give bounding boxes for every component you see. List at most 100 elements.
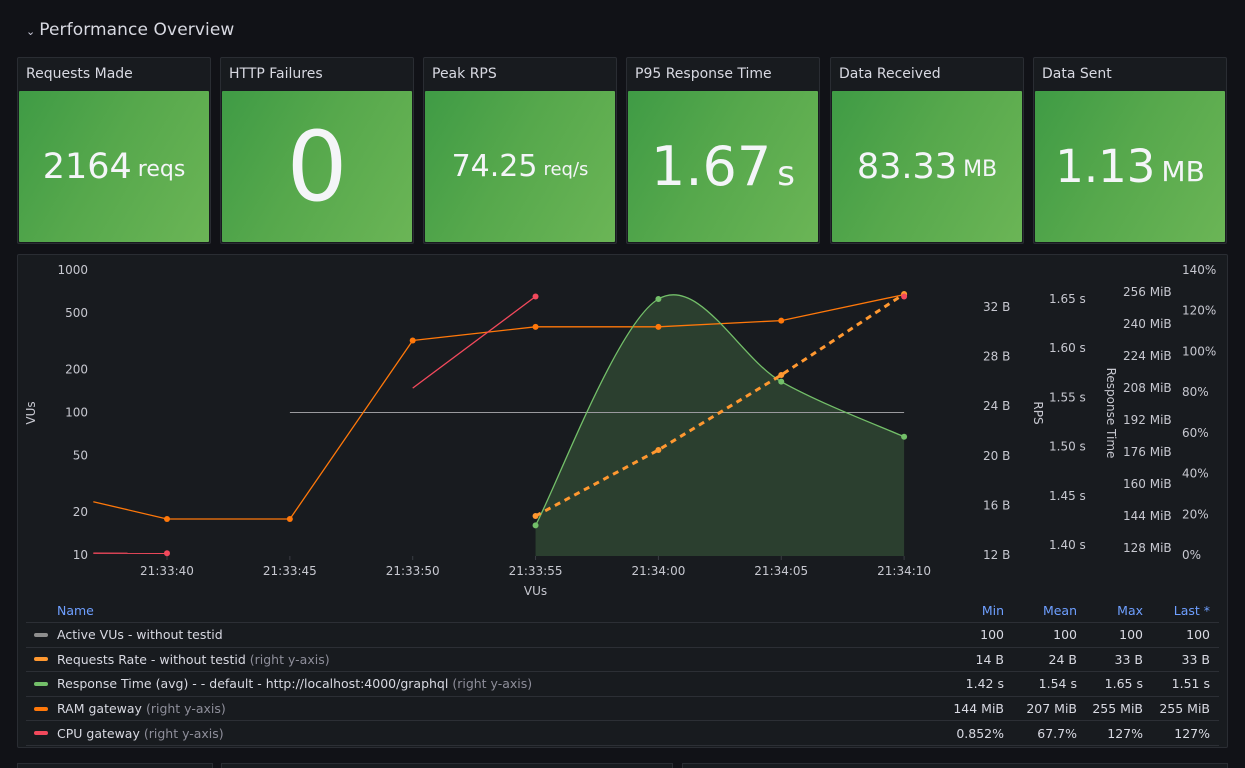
legend-last: 255 MiB <box>1159 701 1210 717</box>
y-axis-title-rps: RPS <box>1031 401 1045 424</box>
legend-row-active-vus[interactable]: Active VUs - without testid 100 100 100 100 <box>26 623 1219 648</box>
rps-tick-label: 20 B <box>983 449 1010 463</box>
legend-min: 14 B <box>975 651 1004 667</box>
legend-min: 100 <box>980 627 1004 643</box>
series-color-swatch-icon[interactable] <box>34 731 48 736</box>
legend-last: 100 <box>1186 627 1210 643</box>
legend-max: 33 B <box>1114 651 1143 667</box>
legend-header-last[interactable]: Last * <box>1143 603 1219 618</box>
next-panel-edge <box>221 763 673 768</box>
legend-header-mean[interactable]: Mean <box>1004 603 1077 618</box>
requests-rate-point <box>409 337 416 344</box>
timeseries-chart[interactable]: 1000 500 200 100 50 20 10 VUs 32 B 28 B 24 B 20 B 16… <box>0 0 1245 600</box>
legend-axis-hint: (right y-axis) <box>145 701 226 717</box>
rps-tick-label: 12 B <box>983 548 1010 562</box>
legend-series-name[interactable]: Active VUs - without testid <box>57 627 924 642</box>
legend-series-label: CPU gateway <box>57 725 140 741</box>
legend-series-name[interactable]: CPU gateway (right y-axis) <box>57 726 924 741</box>
legend-series-name[interactable]: RAM gateway (right y-axis) <box>57 701 924 716</box>
legend-max: 1.65 s <box>1104 676 1143 692</box>
legend-swatch-cell <box>26 681 57 686</box>
rps-tick-label: 28 B <box>983 350 1010 364</box>
series-color-swatch-icon[interactable] <box>34 681 48 686</box>
legend-swatch-cell <box>26 706 57 711</box>
x-axis-title: VUs <box>524 584 547 598</box>
requests-rate-point <box>532 323 539 330</box>
response-time-tick-label: 1.45 s <box>1049 489 1086 503</box>
legend-last: 33 B <box>1181 651 1210 667</box>
legend-series-name[interactable]: Requests Rate - without testid (right y-… <box>57 652 924 667</box>
requests-rate-point <box>655 323 662 330</box>
legend-axis-hint: (right y-axis) <box>452 676 533 692</box>
requests-rate-point <box>778 317 785 324</box>
legend-max: 127% <box>1107 725 1143 741</box>
legend-max: 100 <box>1119 627 1143 643</box>
legend-mean: 100 <box>1053 627 1077 643</box>
ram-tick-label: 192 MiB <box>1123 413 1172 427</box>
cpu-tick-label: 140% <box>1182 263 1216 277</box>
legend-row-response-time[interactable]: Response Time (avg) - - default - http:/… <box>26 672 1219 697</box>
y-tick-label: 500 <box>65 306 88 320</box>
series-line-cpu-gateway <box>412 295 536 389</box>
legend-min: 1.42 s <box>965 676 1004 692</box>
legend-header-min[interactable]: Min <box>924 603 1004 618</box>
y-axis-title-response-time: Response Time <box>1104 368 1118 459</box>
cpu-tick-label: 120% <box>1182 304 1216 318</box>
response-time-point <box>901 433 908 440</box>
series-color-swatch-icon[interactable] <box>34 632 48 637</box>
cpu-gateway-point <box>532 293 539 300</box>
response-time-tick-label: 1.55 s <box>1049 390 1086 404</box>
x-tick-label: 21:33:50 <box>386 564 440 578</box>
legend-swatch-cell <box>26 632 57 637</box>
y-tick-label: 10 <box>73 548 88 562</box>
legend-header-max[interactable]: Max <box>1077 603 1143 618</box>
y-tick-label: 200 <box>65 363 88 377</box>
response-time-point <box>778 378 785 385</box>
legend-header-row: Name Min Mean Max Last * <box>26 598 1219 623</box>
series-color-swatch-icon[interactable] <box>34 706 48 711</box>
cpu-tick-label: 60% <box>1182 426 1209 440</box>
cpu-tick-label: 80% <box>1182 385 1209 399</box>
x-tick-label: 21:33:55 <box>509 564 563 578</box>
response-time-area <box>535 294 905 556</box>
ram-tick-label: 224 MiB <box>1123 349 1172 363</box>
legend-row-cpu-gateway[interactable]: CPU gateway (right y-axis) 0.852% 67.7% 127… <box>26 721 1219 746</box>
response-time-tick-label: 1.40 s <box>1049 538 1086 552</box>
ram-tick-label: 176 MiB <box>1123 445 1172 459</box>
legend-last: 1.51 s <box>1171 676 1210 692</box>
ram-tick-label: 144 MiB <box>1123 509 1172 523</box>
legend-series-name[interactable]: Response Time (avg) - - default - http:/… <box>57 676 924 691</box>
x-tick-label: 21:33:45 <box>263 564 317 578</box>
legend-row-requests-rate[interactable]: Requests Rate - without testid (right y-… <box>26 648 1219 673</box>
series-color-swatch-icon[interactable] <box>34 657 48 662</box>
ram-gateway-point <box>532 513 539 519</box>
legend-last: 127% <box>1174 725 1210 741</box>
cpu-gateway-point <box>901 293 908 300</box>
legend-row-ram-gateway[interactable]: RAM gateway (right y-axis) 144 MiB 207 MiB… <box>26 697 1219 722</box>
y-tick-label: 100 <box>65 406 88 420</box>
requests-rate-point <box>164 516 170 523</box>
y-tick-label: 50 <box>73 448 88 462</box>
legend-mean: 24 B <box>1048 651 1077 667</box>
ram-tick-label: 208 MiB <box>1123 381 1172 395</box>
cpu-tick-label: 40% <box>1182 467 1209 481</box>
legend-mean: 207 MiB <box>1026 701 1077 717</box>
legend-header-name[interactable]: Name <box>57 603 924 618</box>
next-panel-edge <box>17 763 213 768</box>
ram-tick-label: 128 MiB <box>1123 541 1172 555</box>
legend-axis-hint: (right y-axis) <box>249 651 330 667</box>
legend-table: Name Min Mean Max Last * Active VUs - wi… <box>26 598 1219 746</box>
legend-swatch-cell <box>26 657 57 662</box>
legend-series-label: Active VUs - without testid <box>57 627 223 643</box>
response-time-point <box>532 522 539 529</box>
rps-tick-label: 32 B <box>983 300 1010 314</box>
x-tick-label: 21:34:10 <box>877 564 931 578</box>
ram-tick-label: 240 MiB <box>1123 317 1172 331</box>
cpu-tick-label: 20% <box>1182 507 1209 521</box>
rps-tick-label: 24 B <box>983 399 1010 413</box>
legend-min: 0.852% <box>956 725 1004 741</box>
legend-series-label: RAM gateway <box>57 701 142 717</box>
cpu-tick-label: 0% <box>1182 548 1201 562</box>
legend-mean: 67.7% <box>1037 725 1077 741</box>
cpu-tick-label: 100% <box>1182 344 1216 358</box>
